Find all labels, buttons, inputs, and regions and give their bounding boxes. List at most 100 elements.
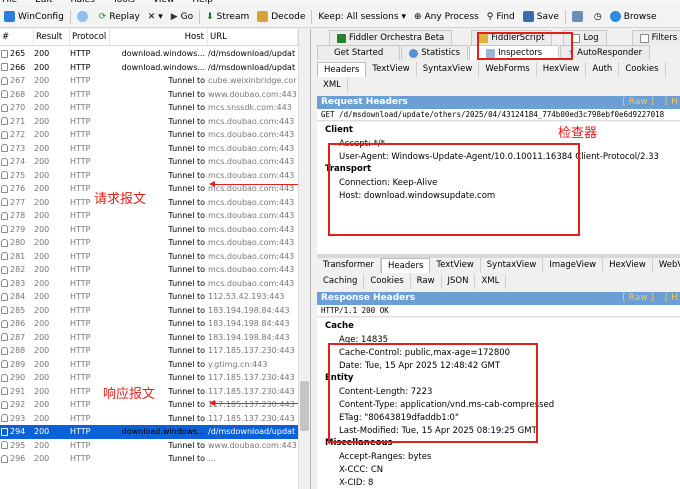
res-tab-syntaxview[interactable]: SyntaxView [481, 258, 544, 273]
lock-icon [1, 279, 8, 288]
session-url: mcs.doubao.com:443 [208, 170, 295, 180]
keep-sessions-dropdown[interactable]: Keep: All sessions ▾ [314, 6, 410, 27]
res-tab-xml[interactable]: XML [475, 274, 507, 289]
session-protocol: HTTP [70, 76, 91, 85]
column-protocol[interactable]: Protocol [70, 29, 110, 45]
menu-item-rules[interactable]: Rules [69, 0, 95, 5]
session-host: download.windows... [121, 427, 205, 436]
session-row[interactable]: 265 200 HTTP download.windows.../d/msdownlo… [0, 47, 298, 61]
tab-filters[interactable]: Filters [631, 30, 680, 45]
session-row[interactable]: 285 200 HTTP Tunnel to 183.194.198.84:443 [0, 304, 298, 318]
session-host: Tunnel to [168, 143, 205, 153]
decode-icon [257, 11, 269, 22]
browse-button[interactable]: Browse [606, 6, 661, 27]
res-tab-json[interactable]: JSON [442, 274, 476, 289]
save-button[interactable]: Save [519, 6, 563, 27]
find-button[interactable]: ⚲ Find [483, 6, 519, 27]
session-row[interactable]: 279 200 HTTP Tunnel to mcs.doubao.com:443 [0, 223, 298, 237]
session-row[interactable]: 280 200 HTTP Tunnel to mcs.doubao.com:443 [0, 236, 298, 250]
session-row[interactable]: 284 200 HTTP Tunnel to 112.53.42.193:443 [0, 290, 298, 304]
req-tab-hexview[interactable]: HexView [537, 62, 587, 77]
request-header-defs-link[interactable]: [ H [665, 96, 678, 109]
res-tab-caching[interactable]: Caching [317, 274, 365, 289]
menu-item-help[interactable]: Help [190, 0, 213, 5]
tab-get-started[interactable]: Get Started [317, 45, 401, 60]
response-raw-link[interactable]: [ Raw ] [622, 292, 654, 305]
res-tab-transformer[interactable]: Transformer [317, 258, 382, 273]
session-result: 200 [34, 116, 50, 126]
res-tab-headers[interactable]: Headers [381, 258, 431, 273]
go-button[interactable]: ▶ Go [167, 6, 197, 27]
comment-button[interactable] [73, 6, 95, 27]
session-number: 267 [10, 76, 26, 85]
session-row[interactable]: 274 200 HTTP Tunnel to mcs.doubao.com:443 [0, 155, 298, 169]
session-row[interactable]: 281 200 HTTP Tunnel to mcs.doubao.com:443 [0, 250, 298, 264]
session-url: mcs.doubao.com:443 [208, 224, 295, 234]
session-row[interactable]: 273 200 HTTP Tunnel to mcs.doubao.com:443 [0, 142, 298, 156]
session-row[interactable]: 295 200 HTTP Tunnel to www.doubao.com:443 [0, 439, 298, 453]
req-tab-xml[interactable]: XML [317, 78, 348, 93]
session-row[interactable]: 294 200 HTTP download.windows.../d/msdownlo… [0, 425, 298, 439]
req-tab-webforms[interactable]: WebForms [479, 62, 537, 77]
request-raw-link[interactable]: [ Raw ] [622, 96, 654, 109]
res-tab-webview[interactable]: WebV [653, 258, 680, 273]
tab-autoresponder[interactable]: ⚡ AutoResponder [560, 45, 651, 60]
session-row[interactable]: 286 200 HTTP Tunnel to 183.194.198.84:443 [0, 317, 298, 331]
remove-button[interactable]: ✕ ▾ [144, 6, 167, 27]
session-result: 200 [34, 359, 50, 369]
column-url[interactable]: URL [208, 29, 298, 45]
req-tab-cookies[interactable]: Cookies [619, 62, 666, 77]
session-host: download.windows... [121, 49, 205, 58]
replay-button[interactable]: ⟳ Replay [95, 6, 144, 27]
column-host[interactable]: Host [110, 29, 208, 45]
winconfig-button[interactable]: WinConfig [0, 6, 68, 27]
session-row[interactable]: 277 200 HTTP Tunnel to mcs.doubao.com:443 [0, 196, 298, 210]
session-host: Tunnel to [168, 454, 205, 463]
lock-icon [1, 117, 8, 126]
page-icon [1, 49, 8, 58]
column-result[interactable]: Result [34, 29, 70, 45]
res-tab-hexview[interactable]: HexView [603, 258, 653, 273]
session-row[interactable]: 288 200 HTTP Tunnel to 117.185.137.230:443 [0, 344, 298, 358]
session-row[interactable]: 268 200 HTTP Tunnel to www.doubao.com:443 [0, 88, 298, 102]
session-row[interactable]: 267 200 HTTP Tunnel to cube.weixinbridge.cor [0, 74, 298, 88]
screenshot-button[interactable] [568, 6, 590, 27]
req-tab-auth[interactable]: Auth [586, 62, 620, 77]
session-row[interactable]: 296 200 HTTP Tunnel to... [0, 452, 298, 466]
session-protocol: HTTP [70, 440, 91, 450]
session-row[interactable]: 275 200 HTTP Tunnel to mcs.doubao.com:443 [0, 169, 298, 183]
session-row[interactable]: 293 200 HTTP Tunnel to 117.185.137.230:443 [0, 412, 298, 426]
tab-fiddler-orchestra[interactable]: Fiddler Orchestra Beta [329, 30, 453, 45]
session-row[interactable]: 287 200 HTTP Tunnel to 183.194.198.84:443 [0, 331, 298, 345]
tab-statistics[interactable]: Statistics [401, 45, 469, 60]
res-tab-raw[interactable]: Raw [411, 274, 442, 289]
req-tab-textview[interactable]: TextView [366, 62, 417, 77]
request-line: GET /d/msdownload/update/others/2025/04/… [317, 109, 680, 121]
any-process-button[interactable]: ⊕ Any Process [410, 6, 483, 27]
decode-button[interactable]: Decode [253, 6, 309, 27]
session-row[interactable]: 278 200 HTTP Tunnel to mcs.doubao.com:443 [0, 209, 298, 223]
session-row[interactable]: 266 200 HTTP download.windows.../d/msdownlo… [0, 61, 298, 75]
menu-item-edit[interactable]: Edit [33, 0, 52, 5]
menu-item-tools[interactable]: Tools [111, 0, 135, 5]
menu-item-file[interactable]: File [0, 0, 17, 5]
session-row[interactable]: 282 200 HTTP Tunnel to mcs.doubao.com:443 [0, 263, 298, 277]
response-header-defs-link[interactable]: [ H [665, 292, 678, 305]
session-row[interactable]: 283 200 HTTP Tunnel to mcs.doubao.com:443 [0, 277, 298, 291]
column-number[interactable]: # [0, 29, 34, 45]
scrollbar-thumb[interactable] [300, 381, 309, 431]
timer-button[interactable]: ◷ [590, 6, 606, 27]
req-tab-headers[interactable]: Headers [317, 62, 367, 77]
session-row[interactable]: 270 200 HTTP Tunnel to mcs.snssdk.com:443 [0, 101, 298, 115]
session-protocol: HTTP [70, 427, 91, 436]
menu-item-view[interactable]: View [151, 0, 174, 5]
session-row[interactable]: 271 200 HTTP Tunnel to mcs.doubao.com:443 [0, 115, 298, 129]
session-protocol: HTTP [70, 116, 91, 126]
res-tab-textview[interactable]: TextView [430, 258, 481, 273]
stream-button[interactable]: ⬇ Stream [202, 6, 253, 27]
req-tab-syntaxview[interactable]: SyntaxView [417, 62, 480, 77]
res-tab-cookies[interactable]: Cookies [364, 274, 411, 289]
session-row[interactable]: 272 200 HTTP Tunnel to mcs.doubao.com:443 [0, 128, 298, 142]
session-row[interactable]: 289 200 HTTP Tunnel to y.gtimg.cn:443 [0, 358, 298, 372]
res-tab-imageview[interactable]: ImageView [543, 258, 604, 273]
